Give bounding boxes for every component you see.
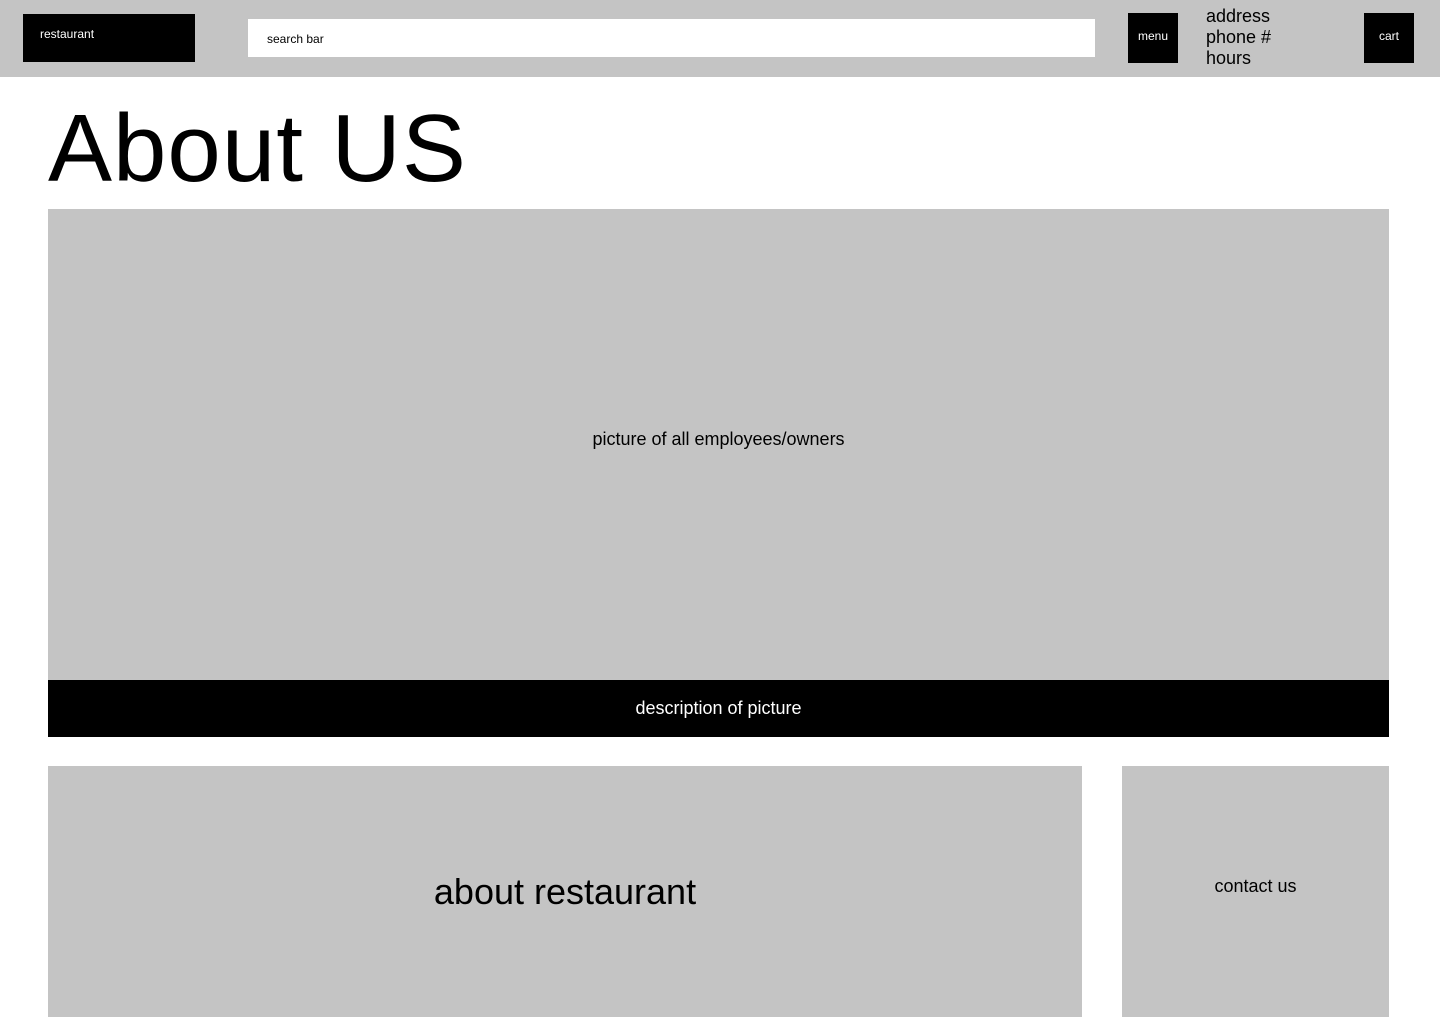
address-text: address xyxy=(1206,6,1271,26)
photo-caption: description of picture xyxy=(48,680,1389,737)
cart-button[interactable]: cart xyxy=(1364,13,1414,63)
hours-text: hours xyxy=(1206,48,1252,68)
employees-photo: picture of all employees/owners xyxy=(48,209,1389,681)
photo-placeholder-text: picture of all employees/owners xyxy=(592,428,845,449)
menu-button[interactable]: menu xyxy=(1128,13,1178,63)
phone-text: phone # xyxy=(1206,27,1272,47)
page-title: About US xyxy=(48,95,467,202)
top-bar: restaurant search bar menu address phone… xyxy=(0,0,1440,77)
contact-us-label: contact us xyxy=(1214,876,1297,896)
about-restaurant-label: about restaurant xyxy=(433,870,697,912)
search-input[interactable]: search bar xyxy=(248,19,1095,57)
about-restaurant-section: about restaurant xyxy=(48,766,1082,1017)
restaurant-info: address phone # hours xyxy=(1206,6,1271,69)
photo-caption-text: description of picture xyxy=(635,698,802,718)
contact-us-section[interactable]: contact us xyxy=(1122,766,1389,1017)
about-page: restaurant search bar menu address phone… xyxy=(0,0,1440,1024)
restaurant-logo-button[interactable]: restaurant xyxy=(23,14,195,62)
